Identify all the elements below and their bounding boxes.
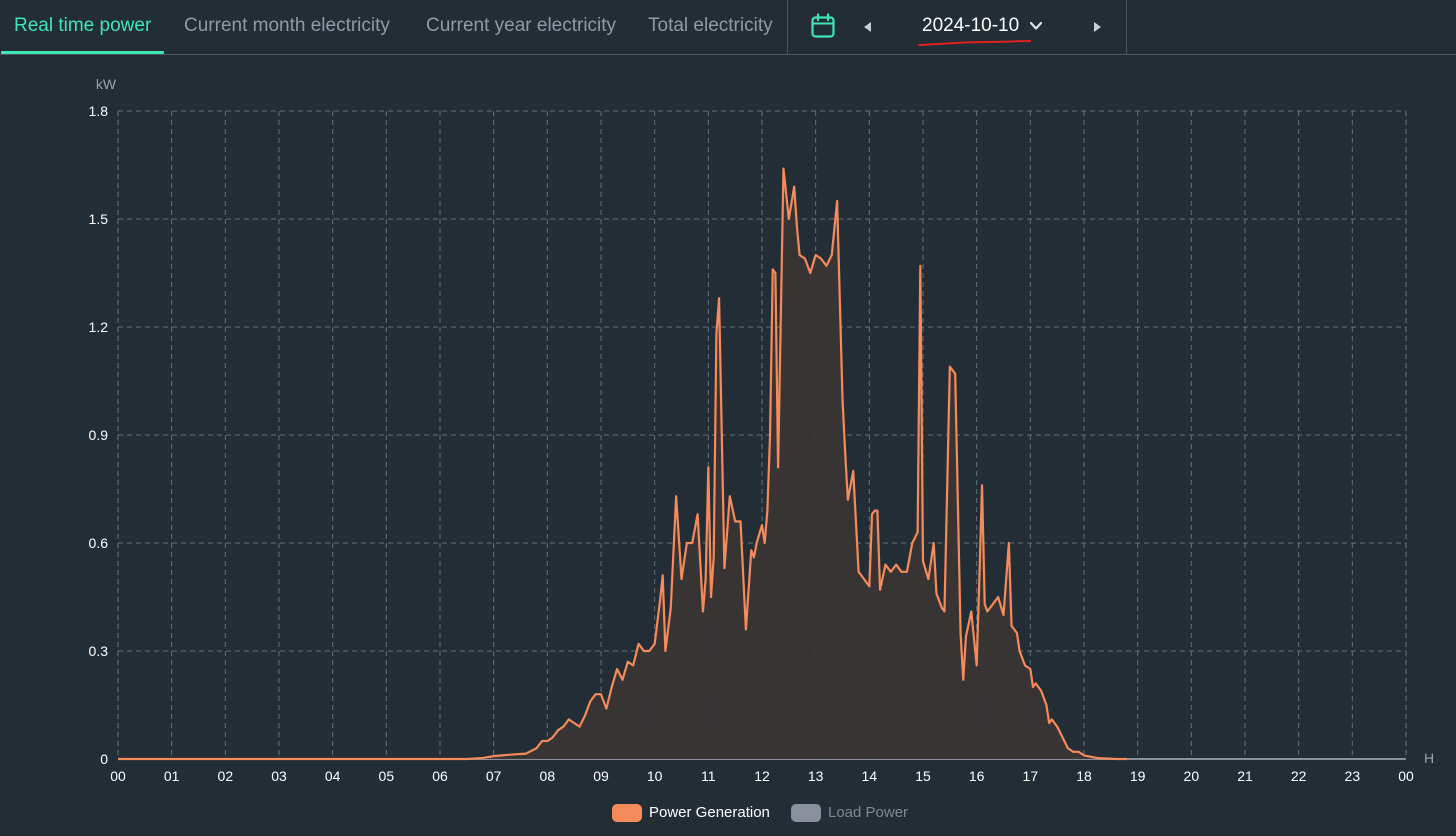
divider [1126,0,1127,54]
x-tick-label: 19 [1130,768,1146,784]
tab-current-year-electricity[interactable]: Current year electricity [426,0,616,53]
active-tab-indicator [1,51,165,54]
tab-label: Total electricity [648,15,773,36]
x-tick-label: 05 [379,768,395,784]
x-tick-label: 12 [754,768,770,784]
x-tick-label: 15 [915,768,931,784]
red-underline-mark [918,40,1031,46]
y-tick-label: 1.8 [89,103,109,119]
x-tick-label: 09 [593,768,609,784]
y-tick-label: 0 [100,751,108,767]
x-tick-label: 11 [701,768,716,784]
legend-label: Load Power [828,804,909,821]
series-area-power-generation [118,168,1127,760]
x-tick-label: 00 [110,768,126,784]
legend-label: Power Generation [649,804,770,821]
top-bar: Real time power Current month electricit… [0,0,1456,55]
y-tick-label: 0.9 [89,427,109,443]
x-tick-label: 20 [1184,768,1200,784]
date-selector[interactable]: 2024-10-10 [918,0,1043,52]
tab-real-time-power[interactable]: Real time power [1,0,165,54]
y-axis-unit: kW [96,76,117,92]
x-tick-label: 04 [325,768,341,784]
y-tick-label: 0.3 [89,643,109,659]
x-tick-label: 06 [432,768,448,784]
y-tick-label: 0.6 [89,535,109,551]
x-tick-label: 00 [1398,768,1414,784]
x-tick-label: 03 [271,768,287,784]
divider [787,0,788,54]
selected-date: 2024-10-10 [922,15,1020,36]
x-tick-label: 01 [164,768,180,784]
x-tick-label: 18 [1076,768,1092,784]
legend-swatch [791,804,821,822]
tab-label: Current month electricity [184,15,390,36]
x-tick-label: 14 [862,768,878,784]
x-tick-label: 13 [808,768,824,784]
tab-label: Current year electricity [426,15,617,36]
x-tick-label: 10 [647,768,663,784]
caret-left-icon[interactable] [860,18,876,36]
caret-right-icon[interactable] [1089,18,1105,36]
calendar-icon[interactable] [810,13,836,39]
chevron-down-icon [1029,21,1043,30]
tab-current-month-electricity[interactable]: Current month electricity [184,0,390,53]
x-tick-label: 17 [1023,768,1039,784]
tab-label: Real time power [14,15,152,36]
y-tick-label: 1.2 [89,319,109,335]
x-tick-label: 21 [1237,768,1253,784]
y-tick-label: 1.5 [89,211,109,227]
x-tick-label: 02 [218,768,234,784]
legend: Power Generation Load Power [0,800,1456,824]
tab-total-electricity[interactable]: Total electricity [648,0,773,53]
x-tick-label: 23 [1345,768,1361,784]
x-tick-label: 22 [1291,768,1307,784]
x-tick-label: 16 [969,768,985,784]
legend-swatch [612,804,642,822]
x-axis-unit: H [1424,750,1434,766]
x-tick-label: 08 [540,768,556,784]
x-tick-label: 07 [486,768,502,784]
power-chart: 0 0.3 0.6 0.9 1.2 1.5 1.8 00 01 02 03 04 05 06 07 08 09 1… [89,76,1435,784]
